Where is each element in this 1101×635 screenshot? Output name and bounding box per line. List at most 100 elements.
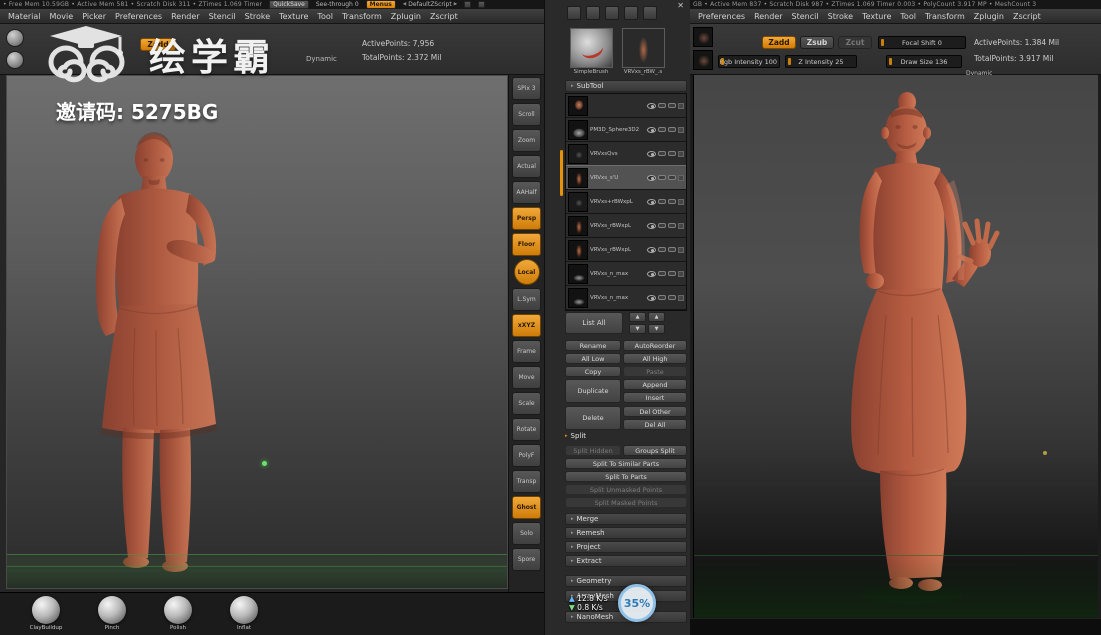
menu-picker[interactable]: Picker (82, 12, 106, 21)
subtool-row[interactable]: PM3D_Sphere3D2 (566, 118, 686, 142)
toggle-icon[interactable] (658, 151, 666, 156)
split-hidden-button[interactable]: Split Hidden (565, 445, 621, 456)
palette-icon-4[interactable] (624, 6, 638, 20)
subtool-row[interactable]: VRVxs_rBWxpL (566, 238, 686, 262)
project-section-header[interactable]: ▸ Project (565, 541, 687, 553)
tray-spore[interactable]: Spore (512, 548, 541, 571)
subtool-up-icon[interactable]: ▲ (629, 312, 646, 322)
toggle-icon[interactable] (668, 247, 676, 252)
material-thumb[interactable] (693, 27, 713, 47)
subtool-row[interactable]: VRVxs_rBWxpL (566, 214, 686, 238)
toggle-icon[interactable] (658, 295, 666, 300)
tray-rotate[interactable]: Rotate (512, 418, 541, 441)
menu-transform[interactable]: Transform (342, 12, 382, 21)
quicksave-button[interactable]: QuickSave (269, 0, 309, 9)
toggle-icon[interactable] (668, 295, 676, 300)
titlebar-icon-b[interactable] (478, 1, 486, 8)
sculpted-figure-old-man[interactable] (7, 76, 508, 589)
groups-split-button[interactable]: Groups Split (623, 445, 687, 456)
menu-texture[interactable]: Texture (862, 12, 891, 21)
brush-item[interactable]: ClayBuildup (24, 596, 68, 631)
toggle-icon[interactable] (668, 175, 676, 180)
eye-icon[interactable] (647, 222, 656, 229)
subtool-section-header[interactable]: ▸ SubTool (565, 80, 687, 92)
list-all-button[interactable]: List All (565, 312, 623, 334)
tray-xyz[interactable]: xXYZ (512, 314, 541, 337)
eye-icon[interactable] (647, 294, 656, 301)
palette-icon-3[interactable] (605, 6, 619, 20)
eye-icon[interactable] (647, 174, 656, 181)
menu-render[interactable]: Render (754, 12, 782, 21)
tray-floor[interactable]: Floor (512, 233, 541, 256)
paint-icon[interactable] (678, 150, 684, 157)
toggle-icon[interactable] (658, 127, 666, 132)
toggle-icon[interactable] (668, 199, 676, 204)
menu-zscript[interactable]: Zscript (430, 12, 458, 21)
next-zscript-icon[interactable]: ▶ (454, 2, 457, 7)
tray-scroll[interactable]: Scroll (512, 103, 541, 126)
palette-icon-1[interactable] (567, 6, 581, 20)
brush-item[interactable]: Polish (156, 596, 200, 631)
paste-button[interactable]: Paste (623, 366, 687, 377)
subtool-row[interactable] (566, 94, 686, 118)
subtool-move-down-icon[interactable]: ▼ (648, 324, 665, 334)
eye-icon[interactable] (647, 102, 656, 109)
menu-stroke[interactable]: Stroke (828, 12, 854, 21)
zscript-selector[interactable]: ◀ DefaultZScript ▶ (403, 1, 457, 8)
zadd-button[interactable]: Zadd (140, 38, 176, 51)
remesh-section-header[interactable]: ▸ Remesh (565, 527, 687, 539)
eye-icon[interactable] (647, 270, 656, 277)
subtool-move-up-icon[interactable]: ▲ (648, 312, 665, 322)
subtool-row[interactable]: VRVxsQvs (566, 142, 686, 166)
titlebar-icon-a[interactable] (464, 1, 472, 8)
menu-preferences[interactable]: Preferences (698, 12, 745, 21)
tray-zoom[interactable]: Zoom (512, 129, 541, 152)
rename-button[interactable]: Rename (565, 340, 621, 351)
zcut-button[interactable]: Zcut (838, 36, 872, 49)
see-through-slider[interactable]: See-through 0 (316, 1, 359, 8)
delete-button[interactable]: Delete (565, 406, 621, 430)
toggle-icon[interactable] (658, 199, 666, 204)
prev-zscript-icon[interactable]: ◀ (403, 2, 406, 7)
zadd-button[interactable]: Zadd (762, 36, 796, 49)
menu-texture[interactable]: Texture (279, 12, 308, 21)
z-intensity-slider[interactable]: Z Intensity 25 (785, 55, 857, 68)
draw-size-slider[interactable]: Draw Size 136 (886, 55, 962, 68)
tray-polyf[interactable]: PolyF (512, 444, 541, 467)
tray-local[interactable]: Local (513, 259, 540, 285)
viewport-left[interactable] (6, 75, 508, 589)
tray-ghost[interactable]: Ghost (512, 496, 541, 519)
tray-spix[interactable]: SPix 3 (512, 77, 541, 100)
append-button[interactable]: Append (623, 379, 687, 390)
insert-button[interactable]: Insert (623, 392, 687, 403)
panel-scrollbar[interactable] (560, 150, 563, 196)
menu-render[interactable]: Render (171, 12, 199, 21)
dynamic-toggle[interactable]: Dynamic (306, 55, 337, 63)
menu-transform[interactable]: Transform (925, 12, 965, 21)
menu-stencil[interactable]: Stencil (792, 12, 819, 21)
menu-tool[interactable]: Tool (317, 12, 333, 21)
toggle-icon[interactable] (668, 103, 676, 108)
del-all-button[interactable]: Del All (623, 419, 687, 430)
duplicate-button[interactable]: Duplicate (565, 379, 621, 403)
tray-frame[interactable]: Frame (512, 340, 541, 363)
toggle-icon[interactable] (658, 223, 666, 228)
brush-item[interactable]: Inflat (222, 596, 266, 631)
subtool-down-icon[interactable]: ▼ (629, 324, 646, 334)
texture-thumb[interactable] (693, 50, 713, 70)
toggle-icon[interactable] (668, 151, 676, 156)
zsub-button[interactable]: Zsub (800, 36, 834, 49)
paint-icon[interactable] (678, 198, 684, 205)
paint-icon[interactable] (678, 294, 684, 301)
split-to-parts-button[interactable]: Split To Parts (565, 471, 687, 482)
brush-item[interactable]: Pinch (90, 596, 134, 631)
menu-tool[interactable]: Tool (900, 12, 916, 21)
subtool-row[interactable]: VRVxs_n_max (566, 286, 686, 310)
viewport-right[interactable] (693, 75, 1098, 618)
sculpted-figure-old-woman[interactable] (694, 75, 1098, 618)
stroke-picker-icon[interactable] (6, 51, 24, 69)
all-high-button[interactable]: All High (623, 353, 687, 364)
menu-movie[interactable]: Movie (50, 12, 74, 21)
menu-zplugin[interactable]: Zplugin (974, 12, 1004, 21)
eye-icon[interactable] (647, 150, 656, 157)
